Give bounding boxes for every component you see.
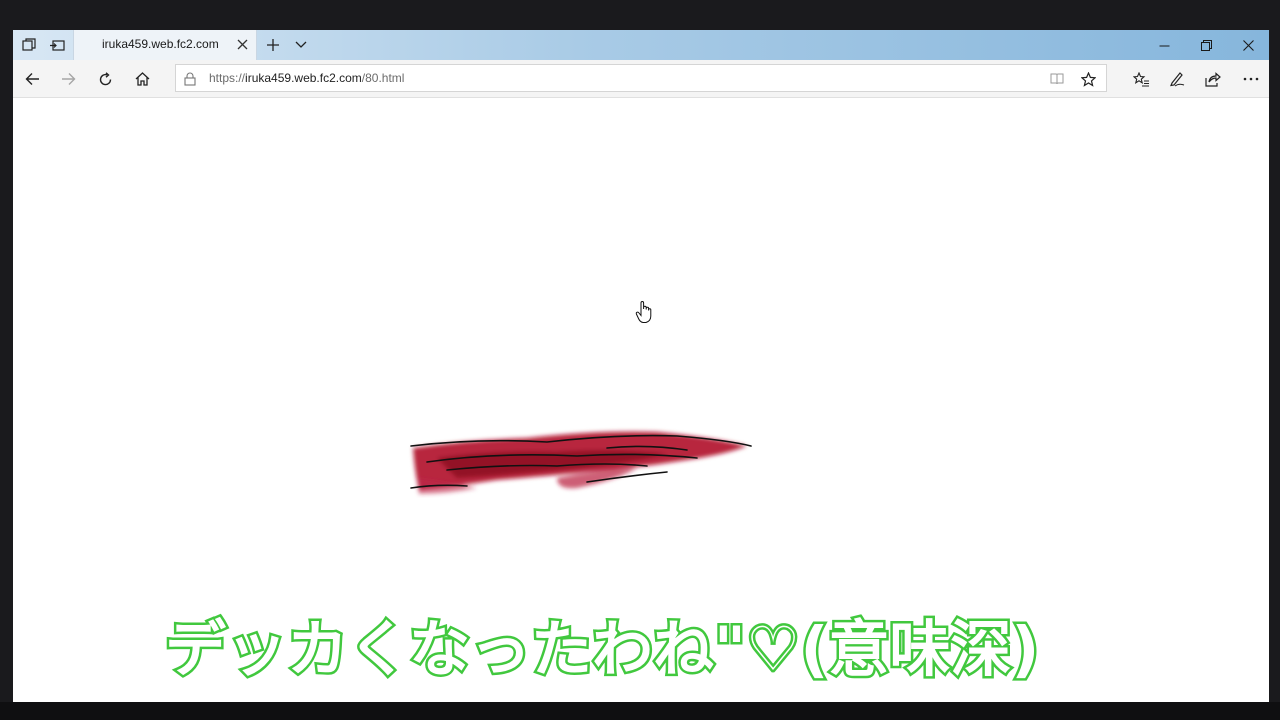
- pen-icon[interactable]: [1166, 69, 1188, 89]
- close-window-icon[interactable]: [1235, 35, 1261, 55]
- title-bar: iruka459.web.fc2.com: [13, 30, 1269, 60]
- url-path: /80.html: [361, 71, 405, 85]
- tab-preview-icon[interactable]: [47, 35, 67, 55]
- ellipsis-icon[interactable]: [1240, 69, 1262, 89]
- lock-icon: [184, 71, 198, 86]
- tabs-aside-icon[interactable]: [19, 35, 39, 55]
- chevron-down-icon[interactable]: [291, 35, 311, 55]
- star-icon[interactable]: [1079, 70, 1097, 88]
- url-host: iruka459.web.fc2.com: [245, 71, 362, 85]
- book-icon[interactable]: [1048, 70, 1066, 88]
- favorites-list-icon[interactable]: [1130, 69, 1152, 89]
- tab-title: iruka459.web.fc2.com: [102, 37, 219, 51]
- url-prefix: https://: [209, 71, 246, 85]
- address-bar[interactable]: https://iruka459.web.fc2.com/80.html: [175, 64, 1107, 92]
- navigation-bar: https://iruka459.web.fc2.com/80.html: [13, 60, 1269, 98]
- active-tab[interactable]: iruka459.web.fc2.com: [73, 30, 257, 60]
- share-icon[interactable]: [1202, 69, 1224, 89]
- arrow-left-icon[interactable]: [21, 69, 43, 89]
- video-caption: デッカくなったわね"♡(意味深): [163, 612, 1042, 688]
- close-icon[interactable]: [234, 36, 250, 52]
- bottom-letterbox: [0, 702, 1280, 720]
- plus-icon[interactable]: [263, 35, 283, 55]
- hand-cursor-icon: [635, 300, 652, 323]
- restore-icon[interactable]: [1193, 35, 1219, 55]
- video-frame: iruka459.web.fc2.com https://iruka459.we…: [0, 0, 1280, 720]
- browser-window: iruka459.web.fc2.com https://iruka459.we…: [13, 30, 1269, 702]
- arrow-right-icon[interactable]: [57, 69, 79, 89]
- refresh-icon[interactable]: [94, 69, 116, 89]
- home-icon[interactable]: [131, 69, 153, 89]
- red-scribble-drawing: [410, 431, 752, 494]
- minimize-icon[interactable]: [1151, 35, 1177, 55]
- url-text: https://iruka459.web.fc2.com/80.html: [209, 71, 404, 85]
